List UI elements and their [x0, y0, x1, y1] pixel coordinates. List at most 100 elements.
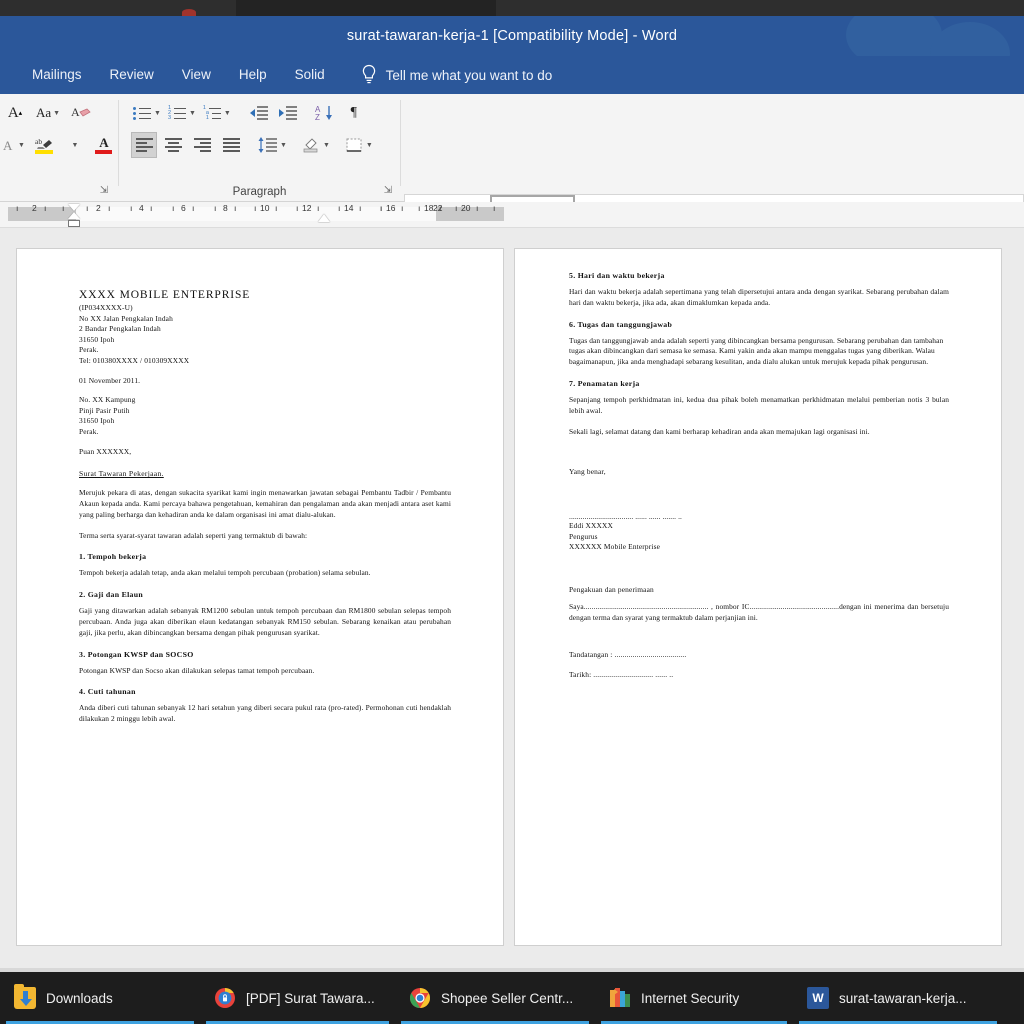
- left-indent-marker[interactable]: [68, 220, 80, 227]
- ruler-tick: 2: [96, 203, 101, 213]
- page-2-content: 5. Hari dan waktu bekerja Hari dan waktu…: [569, 271, 949, 680]
- increase-font-size-button[interactable]: A ▴: [2, 100, 28, 126]
- align-center-icon: [164, 136, 182, 154]
- taskbar-items: Downloads [PDF] Surat Tawara... Shopee S…: [0, 972, 1024, 1024]
- windows-taskbar: Downloads [PDF] Surat Tawara... Shopee S…: [0, 968, 1024, 1024]
- shading-icon: [303, 138, 318, 153]
- company-registration: (IP034XXXX-U): [79, 303, 133, 312]
- ribbon: A ▴ Aa ▼ A A ▼ ab ▼ A ⇲ ▼ 1 2 3 ▼ 1 a 1 …: [0, 94, 1024, 282]
- background-window-marker: [182, 9, 196, 16]
- tab-view[interactable]: View: [168, 56, 225, 94]
- section-2-body: Gaji yang ditawarkan adalah sebanyak RM1…: [79, 606, 451, 637]
- taskbar-item-downloads[interactable]: Downloads: [0, 972, 200, 1024]
- first-line-indent-marker[interactable]: [68, 204, 80, 211]
- justify-button[interactable]: [218, 132, 244, 158]
- horizontal-ruler[interactable]: ı 2 ı ı ı 2 ı ı 4 ı ı 6 ı ı 8 ı ı 10 ı ı…: [0, 202, 1024, 228]
- right-indent-marker[interactable]: [318, 214, 330, 222]
- taskbar-item-label: [PDF] Surat Tawara...: [246, 990, 375, 1006]
- ribbon-group-paragraph: ▼ 1 2 3 ▼ 1 a 1 ▼ A Z ¶ ▼ ▼ ▼ Paragraph …: [119, 94, 400, 202]
- antivirus-icon: [609, 987, 631, 1009]
- taskbar-item-word-document[interactable]: W surat-tawaran-kerja...: [793, 972, 1003, 1024]
- font-dialog-launcher[interactable]: ⇲: [98, 185, 110, 197]
- align-right-button[interactable]: [189, 132, 215, 158]
- window-title: surat-tawaran-kerja-1 [Compatibility Mod…: [346, 28, 678, 44]
- increase-indent-icon: [278, 105, 297, 120]
- align-center-button[interactable]: [160, 132, 186, 158]
- date-field-label: Tarikh: .............................. .…: [569, 669, 674, 679]
- recipient-address-line-3: 31650 Ipoh: [79, 416, 115, 426]
- ruler-tick: 22: [433, 203, 443, 213]
- shading-button[interactable]: ▼: [299, 132, 332, 158]
- align-left-button[interactable]: [131, 132, 157, 158]
- ruler-tick: 4: [139, 203, 144, 213]
- taskbar-item-pdf-surat-tawaran[interactable]: [PDF] Surat Tawara...: [200, 972, 395, 1024]
- section-3-title: 3. Potongan KWSP dan SOCSO: [79, 649, 194, 659]
- section-6-body: Tugas dan tanggungjawab anda adalah sepe…: [569, 335, 944, 367]
- section-5-body: Hari dan waktu bekerja adalah sepertiman…: [569, 287, 949, 307]
- signature-line: ................................. ......…: [569, 511, 682, 521]
- signatory-role: Pengurus: [569, 531, 598, 541]
- line-spacing-button[interactable]: ▼: [256, 132, 289, 158]
- text-effects-icon: A: [3, 138, 13, 153]
- increase-indent-button[interactable]: [275, 100, 301, 126]
- section-4-title: 4. Cuti tahunan: [79, 687, 136, 697]
- taskbar-item-shopee-seller-centre[interactable]: Shopee Seller Centr...: [395, 972, 595, 1024]
- sort-button[interactable]: A Z: [312, 100, 338, 126]
- tab-review[interactable]: Review: [96, 56, 168, 94]
- company-address-line-2: 2 Bandar Pengkalan Indah: [79, 324, 161, 334]
- tab-help[interactable]: Help: [225, 56, 281, 94]
- paragraph-dialog-launcher[interactable]: ⇲: [382, 185, 394, 197]
- intro-paragraph: Merujuk pekara di atas, dengan sukacita …: [79, 488, 451, 519]
- word-application-window: surat-tawaran-kerja-1 [Compatibility Mod…: [0, 0, 1024, 1024]
- title-bar: surat-tawaran-kerja-1 [Compatibility Mod…: [0, 16, 1024, 56]
- multilevel-list-button[interactable]: 1 a 1 ▼: [201, 100, 233, 126]
- company-phone: Tel: 010380XXXX / 010309XXXX: [79, 355, 190, 365]
- svg-text:A: A: [71, 105, 80, 119]
- ruler-tick: 6: [181, 203, 186, 213]
- section-5-title: 5. Hari dan waktu bekerja: [569, 271, 665, 280]
- align-right-icon: [193, 136, 211, 154]
- page-1-content: XXXX MOBILE ENTERPRISE (IP034XXXX-U) No …: [79, 289, 451, 725]
- highlight-color-dropdown[interactable]: ▼: [61, 132, 87, 158]
- change-case-button[interactable]: Aa ▼: [34, 100, 62, 126]
- tab-solid[interactable]: Solid: [281, 56, 339, 94]
- section-7-body: Sepanjang tempoh perkhidmatan ini, kedua…: [569, 394, 949, 415]
- text-effects-button[interactable]: A ▼: [0, 132, 27, 158]
- word-icon: W: [807, 987, 829, 1009]
- tell-me-label: Tell me what you want to do: [385, 67, 553, 83]
- tab-mailings[interactable]: Mailings: [18, 56, 96, 94]
- taskbar-item-label: Internet Security: [641, 990, 740, 1006]
- document-page-2[interactable]: 5. Hari dan waktu bekerja Hari dan waktu…: [514, 248, 1002, 946]
- ruler-tick: 12: [302, 203, 312, 213]
- section-7-title: 7. Penamatan kerja: [569, 378, 640, 388]
- ribbon-group-font: A ▴ Aa ▼ A A ▼ ab ▼ A ⇲: [0, 94, 138, 202]
- svg-text:Z: Z: [315, 113, 320, 122]
- hanging-indent-marker[interactable]: [68, 212, 80, 219]
- paragraph-group-label: Paragraph: [232, 186, 287, 198]
- acknowledgement-body: Saya....................................…: [569, 602, 949, 623]
- document-workspace[interactable]: XXXX MOBILE ENTERPRISE (IP034XXXX-U) No …: [0, 228, 1024, 968]
- bullets-button[interactable]: ▼: [131, 100, 163, 126]
- ruler-tick: 14: [344, 203, 354, 213]
- tell-me-search[interactable]: Tell me what you want to do: [361, 64, 553, 86]
- font-color-button[interactable]: A: [91, 132, 117, 158]
- clear-formatting-button[interactable]: A: [68, 100, 94, 126]
- decrease-indent-button[interactable]: [246, 100, 272, 126]
- document-page-1[interactable]: XXXX MOBILE ENTERPRISE (IP034XXXX-U) No …: [16, 248, 504, 946]
- numbering-button[interactable]: 1 2 3 ▼: [166, 100, 198, 126]
- show-formatting-marks-button[interactable]: ¶: [341, 100, 367, 126]
- ruler-tick: 16: [386, 203, 396, 213]
- recipient-address-line-2: Pinji Pasir Putih: [79, 405, 130, 415]
- closing-paragraph: Sekali lagi, selamat datang dan kami ber…: [569, 426, 870, 436]
- borders-button[interactable]: ▼: [342, 132, 375, 158]
- ruler-tick: 8: [223, 203, 228, 213]
- taskbar-item-internet-security[interactable]: Internet Security: [595, 972, 793, 1024]
- text-highlight-color-button[interactable]: ab: [31, 132, 57, 158]
- bullets-icon: [133, 105, 152, 121]
- company-name: XXXX MOBILE ENTERPRISE: [79, 289, 251, 301]
- section-3-body: Potongan KWSP dan Socso akan dilakukan s…: [79, 665, 315, 675]
- recipient-address-line-1: No. XX Kampung: [79, 395, 136, 405]
- ribbon-tab-strip: Mailings Review View Help Solid Tell me …: [0, 56, 1024, 94]
- signatory-name: Eddi XXXXX: [569, 520, 613, 530]
- browser-lock-icon: [214, 987, 236, 1009]
